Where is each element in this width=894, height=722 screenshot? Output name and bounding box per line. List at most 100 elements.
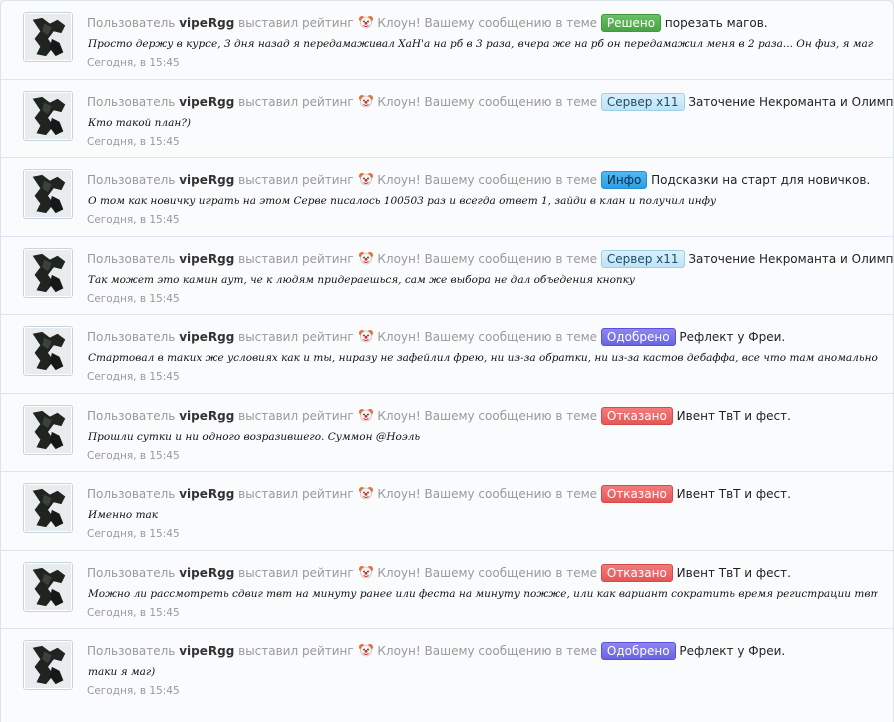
rating-name: Клоун! <box>377 251 421 266</box>
thread-title-link[interactable]: Ивент ТвТ и фест. <box>677 487 791 501</box>
alert-item: Пользователь vipeRgg выставил рейтинг Кл… <box>1 237 893 315</box>
user-word: Пользователь <box>87 644 176 658</box>
thread-prefix-badge[interactable]: Сервер x11 <box>600 249 685 268</box>
thread-prefix-badge[interactable]: Сервер x11 <box>600 92 685 111</box>
action-text: выставил рейтинг <box>238 330 354 344</box>
alerts-list: Пользователь vipeRgg выставил рейтинг Кл… <box>0 0 894 722</box>
thread-title-link[interactable]: Рефлект у Фреи. <box>679 644 785 658</box>
alert-line: Пользователь vipeRgg выставил рейтинг Кл… <box>87 328 785 346</box>
avatar[interactable] <box>23 561 73 612</box>
rating-name: Клоун! <box>377 330 421 344</box>
message-snippet[interactable]: Кто такой план?) <box>88 116 878 130</box>
alert-line: Пользователь vipeRgg выставил рейтинг Кл… <box>87 171 870 189</box>
rating-name: Клоун! <box>377 173 421 187</box>
username-link[interactable]: vipeRgg <box>179 409 234 423</box>
alert-item: Пользователь vipeRgg выставил рейтинг Кл… <box>1 394 893 472</box>
timestamp: Сегодня, в 15:45 <box>87 528 180 540</box>
avatar[interactable] <box>23 90 73 141</box>
user-word: Пользователь <box>87 487 176 501</box>
alert-item: Пользователь vipeRgg выставил рейтинг Кл… <box>1 551 893 629</box>
thread-prefix-badge[interactable]: Отказано <box>600 406 673 425</box>
clown-face-icon <box>358 15 374 29</box>
avatar-image <box>25 249 71 296</box>
thread-title-link[interactable]: Ивент ТвТ и фест. <box>677 566 791 580</box>
username-link[interactable]: vipeRgg <box>179 252 234 266</box>
username-link[interactable]: vipeRgg <box>179 644 234 658</box>
action-text: выставил рейтинг <box>238 408 354 423</box>
timestamp: Сегодня, в 15:45 <box>87 449 180 462</box>
message-snippet[interactable]: таки я маг) <box>88 665 878 679</box>
clown-face-icon <box>358 94 374 108</box>
alert-line: Пользователь vipeRgg выставил рейтинг Кл… <box>87 92 893 111</box>
user-word: Пользователь <box>87 16 176 30</box>
thread-title-link[interactable]: Рефлект у Фреи. <box>679 330 785 344</box>
clown-face-icon <box>358 486 374 500</box>
thread-prefix-badge[interactable]: Отказано <box>600 563 673 582</box>
clown-face-icon <box>358 565 374 579</box>
avatar-image <box>25 642 71 688</box>
thread-title-link[interactable]: порезать магов. <box>665 16 768 30</box>
clown-face-icon <box>358 329 374 343</box>
alert-item: Пользователь vipeRgg выставил рейтинг Кл… <box>1 472 893 551</box>
tail-text: Вашему сообщению в теме <box>424 644 598 658</box>
message-snippet[interactable]: Можно ли рассмотреть сдвиг твт на минуту… <box>88 587 878 601</box>
rating-name: Клоун! <box>377 487 421 501</box>
message-snippet[interactable]: Просто держу в курсе, 3 дня назад я пере… <box>88 37 878 51</box>
username-link[interactable]: vipeRgg <box>179 330 234 344</box>
tail-text: Вашему сообщению в теме <box>424 16 598 30</box>
avatar[interactable] <box>23 483 73 533</box>
user-word: Пользователь <box>87 408 176 423</box>
thread-title-link[interactable]: Заточение Некроманта и Олимп. <box>688 95 893 109</box>
username-link[interactable]: vipeRgg <box>179 16 234 30</box>
tail-text: Вашему сообщению в теме <box>424 487 598 501</box>
timestamp: Сегодня, в 15:45 <box>87 214 180 226</box>
user-word: Пользователь <box>87 565 176 580</box>
username-link[interactable]: vipeRgg <box>179 487 234 501</box>
message-snippet[interactable]: Прошли сутки и ни одного возразившего. С… <box>88 430 878 444</box>
clown-face-icon <box>358 643 374 657</box>
thread-title-link[interactable]: Заточение Некроманта и Олимп. <box>688 252 893 266</box>
avatar-image <box>25 171 71 217</box>
rating-name: Клоун! <box>377 408 421 423</box>
alert-item: Пользователь vipeRgg выставил рейтинг Кл… <box>1 80 893 158</box>
alert-item: Пользователь vipeRgg выставил рейтинг Кл… <box>1 315 893 394</box>
avatar[interactable] <box>23 404 73 455</box>
rating-name: Клоун! <box>377 644 421 658</box>
avatar[interactable] <box>23 12 73 62</box>
rating-name: Клоун! <box>377 565 421 580</box>
avatar-image <box>25 92 71 139</box>
avatar-image <box>25 563 71 610</box>
thread-title-link[interactable]: Подсказки на старт для новичков. <box>651 173 870 187</box>
tail-text: Вашему сообщению в теме <box>424 173 598 187</box>
alert-item: Пользователь vipeRgg выставил рейтинг Кл… <box>1 1 893 80</box>
action-text: выставил рейтинг <box>238 94 354 109</box>
clown-face-icon <box>358 251 374 265</box>
clown-face-icon <box>358 172 374 186</box>
thread-prefix-badge[interactable]: Одобрено <box>600 328 676 346</box>
message-snippet[interactable]: Именно так <box>88 508 878 522</box>
avatar[interactable] <box>23 169 73 219</box>
thread-prefix-badge[interactable]: Отказано <box>600 485 673 503</box>
tail-text: Вашему сообщению в теме <box>424 408 598 423</box>
avatar[interactable] <box>23 640 73 690</box>
user-word: Пользователь <box>87 173 176 187</box>
user-word: Пользователь <box>87 330 176 344</box>
username-link[interactable]: vipeRgg <box>179 173 234 187</box>
thread-prefix-badge[interactable]: Одобрено <box>600 642 676 660</box>
message-snippet[interactable]: Стартовал в таких же условиях как и ты, … <box>88 351 878 365</box>
timestamp: Сегодня, в 15:45 <box>87 57 180 69</box>
thread-prefix-badge[interactable]: Инфо <box>600 171 648 189</box>
thread-prefix-badge[interactable]: Решено <box>600 14 662 32</box>
alert-line: Пользователь vipeRgg выставил рейтинг Кл… <box>87 14 768 32</box>
username-link[interactable]: vipeRgg <box>179 95 234 109</box>
avatar[interactable] <box>23 326 73 376</box>
avatar[interactable] <box>23 247 73 298</box>
message-snippet[interactable]: Так может это камин аут, че к людям прид… <box>88 273 878 287</box>
username-link[interactable]: vipeRgg <box>179 566 234 580</box>
message-snippet[interactable]: О том как новичку играть на этом Серве п… <box>88 194 878 208</box>
clown-face-icon <box>358 408 374 422</box>
thread-title-link[interactable]: Ивент ТвТ и фест. <box>677 409 791 423</box>
timestamp: Сегодня, в 15:45 <box>87 371 180 383</box>
tail-text: Вашему сообщению в теме <box>424 94 598 109</box>
action-text: выставил рейтинг <box>238 644 354 658</box>
